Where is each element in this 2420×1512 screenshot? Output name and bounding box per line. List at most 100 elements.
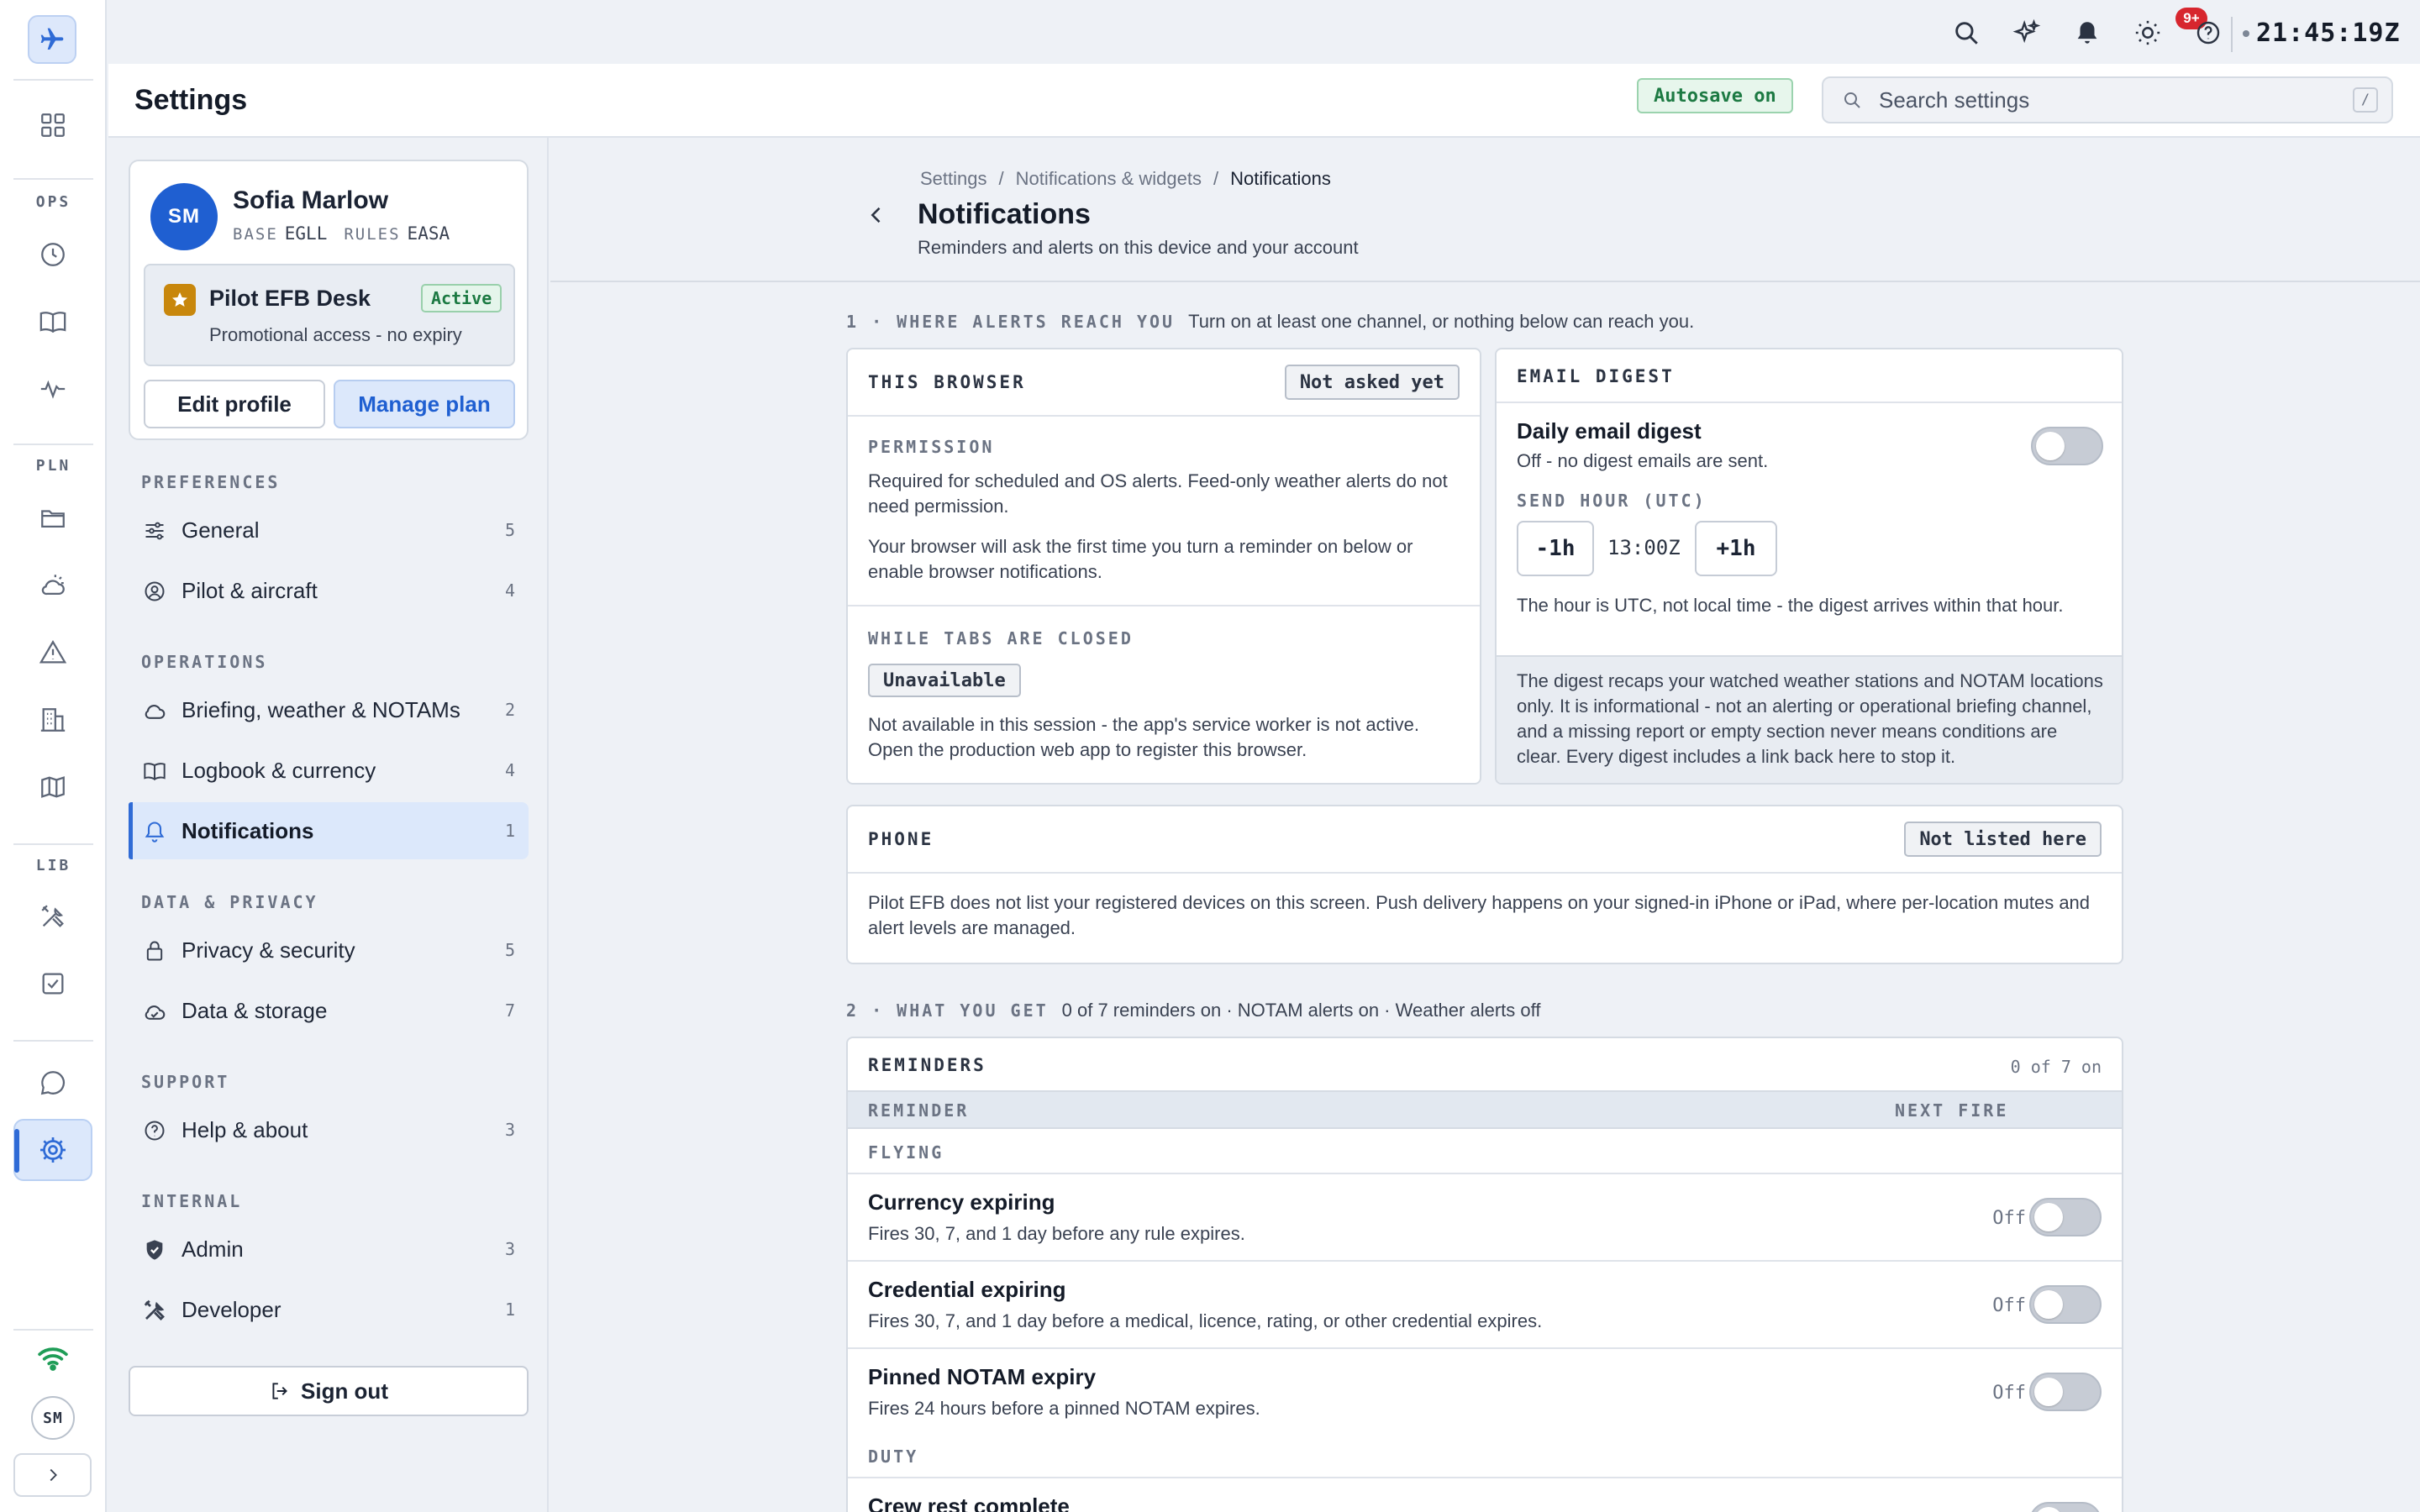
reminder-toggle-currency[interactable] xyxy=(2029,1198,2102,1236)
card-title: REMINDERS xyxy=(868,1055,986,1075)
hour-minus-button[interactable]: -1h xyxy=(1517,521,1594,576)
sidebar-item-count: 5 xyxy=(504,520,515,540)
sidebar-item-general[interactable]: General 5 xyxy=(129,501,529,559)
assistant-button[interactable] xyxy=(2009,15,2044,50)
profile-name: Sofia Marlow xyxy=(233,186,389,214)
sidebar-item-label: Admin xyxy=(182,1236,244,1262)
section-subtitle: Reminders and alerts on this device and … xyxy=(918,237,1359,258)
browser-status-badge: Not asked yet xyxy=(1284,365,1460,400)
reminder-desc: Fires 24 hours before a pinned NOTAM exp… xyxy=(868,1398,1260,1419)
section-desc: Turn on at least one channel, or nothing… xyxy=(1188,311,1695,332)
digest-toggle[interactable] xyxy=(2031,427,2103,465)
send-hour-label: SEND HOUR (UTC) xyxy=(1517,491,1707,511)
shield-icon xyxy=(142,1237,167,1263)
sidebar-item-count: 2 xyxy=(504,700,515,720)
search-icon xyxy=(1844,92,1860,108)
search-button[interactable] xyxy=(1949,15,1984,50)
sidebar-item-developer[interactable]: Developer 1 xyxy=(129,1281,529,1338)
sidebar-item-notifications[interactable]: Notifications 1 xyxy=(129,802,529,859)
rail-airports[interactable] xyxy=(27,694,79,746)
sidebar-item-data-storage[interactable]: Data & storage 7 xyxy=(129,982,529,1039)
reminder-toggle-notam[interactable] xyxy=(2029,1373,2102,1411)
group-preferences: PREFERENCES xyxy=(141,472,281,492)
sidebar-item-pilot-aircraft[interactable]: Pilot & aircraft 4 xyxy=(129,562,529,619)
sidebar-item-logbook[interactable]: Logbook & currency 4 xyxy=(129,742,529,799)
digest-info-text: The digest recaps your watched weather s… xyxy=(1517,670,2103,767)
top-bar: 9+ 21:45:19Z xyxy=(108,0,2420,64)
rail-weather[interactable] xyxy=(27,559,79,612)
rail-map[interactable] xyxy=(27,761,79,813)
breadcrumb-settings[interactable]: Settings xyxy=(920,168,987,190)
chat-icon xyxy=(40,1071,66,1095)
sidebar-item-label: Logbook & currency xyxy=(182,757,376,783)
checkbox-icon xyxy=(42,973,64,995)
reminder-desc: Fires 30, 7, and 1 day before a medical,… xyxy=(868,1310,1543,1331)
rail-tools[interactable] xyxy=(27,890,79,942)
chevron-left-icon xyxy=(871,207,881,223)
chevron-right-icon xyxy=(50,1468,57,1482)
sidebar-item-briefing[interactable]: Briefing, weather & NOTAMs 2 xyxy=(129,681,529,738)
tools-icon xyxy=(142,1298,167,1323)
rail-avatar[interactable]: SM xyxy=(31,1396,75,1440)
permission-label: PERMISSION xyxy=(868,437,995,457)
clock-icon xyxy=(41,243,65,266)
manage-plan-button[interactable]: Manage plan xyxy=(334,380,515,428)
sparkles-icon xyxy=(2012,18,2041,44)
rail-folder[interactable] xyxy=(27,492,79,544)
settings-search-input[interactable]: Search settings / xyxy=(1822,76,2393,123)
theme-button[interactable] xyxy=(2130,15,2165,50)
rail-settings[interactable] xyxy=(13,1119,92,1181)
rules-value: EASA xyxy=(407,223,450,244)
sidebar-item-admin[interactable]: Admin 3 xyxy=(129,1221,529,1278)
tabs-closed-status: Unavailable xyxy=(868,664,1021,697)
expand-rail-button[interactable] xyxy=(13,1453,92,1497)
sidebar-item-privacy[interactable]: Privacy & security 5 xyxy=(129,921,529,979)
rail-dashboard[interactable] xyxy=(27,99,79,151)
sign-out-icon xyxy=(272,1383,287,1399)
sidebar-item-label: General xyxy=(182,517,260,543)
map-icon xyxy=(41,776,65,798)
rail-checklist[interactable] xyxy=(27,958,79,1010)
notifications-button[interactable] xyxy=(2070,15,2105,50)
app-logo[interactable] xyxy=(28,15,76,64)
rail-logbook[interactable] xyxy=(27,296,79,348)
back-button[interactable] xyxy=(858,197,895,234)
sun-icon xyxy=(2135,20,2160,45)
main-content: Settings / Notifications & widgets / Not… xyxy=(550,138,2420,1512)
section-desc: 0 of 7 reminders on · NOTAM alerts on · … xyxy=(1061,1000,1541,1021)
phone-card: PHONE Not listed here Pilot EFB does not… xyxy=(846,805,2123,964)
rail-group-lib: LIB xyxy=(35,857,71,874)
search-placeholder: Search settings xyxy=(1879,87,2030,113)
section-title: Notifications xyxy=(918,198,1091,230)
avatar: SM xyxy=(150,183,218,250)
col-next-fire: NEXT FIRE xyxy=(1895,1100,2009,1121)
group-operations: OPERATIONS xyxy=(141,652,268,672)
rail-notams[interactable] xyxy=(27,627,79,679)
autosave-badge: Autosave on xyxy=(1637,78,1793,113)
hour-plus-button[interactable]: +1h xyxy=(1695,521,1777,576)
help-button[interactable] xyxy=(2191,15,2226,50)
section-what-you-get: 2 · WHAT YOU GET 0 of 7 reminders on · N… xyxy=(846,1000,1540,1021)
reminder-toggle-credential[interactable] xyxy=(2029,1285,2102,1324)
reminders-card: REMINDERS 0 of 7 on REMINDER NEXT FIRE F… xyxy=(846,1037,2123,1512)
rail-clock[interactable] xyxy=(27,228,79,281)
reminder-toggle-crew-rest[interactable] xyxy=(2029,1502,2102,1512)
rail-activity[interactable] xyxy=(27,363,79,415)
rail-chat[interactable] xyxy=(27,1057,79,1109)
group-internal: INTERNAL xyxy=(141,1191,243,1211)
edit-profile-button[interactable]: Edit profile xyxy=(144,380,325,428)
permission-note: Your browser will ask the first time you… xyxy=(868,536,1413,582)
sidebar-item-help[interactable]: Help & about 3 xyxy=(129,1101,529,1158)
help-circle-icon xyxy=(142,1118,167,1143)
bell-icon xyxy=(2077,22,2097,44)
reminders-table-header: REMINDER NEXT FIRE xyxy=(848,1090,2122,1129)
reminder-title: Pinned NOTAM expiry xyxy=(868,1364,1097,1389)
wifi-icon xyxy=(37,1346,69,1371)
user-circle-icon xyxy=(142,579,167,604)
sign-out-button[interactable]: Sign out xyxy=(129,1366,529,1416)
sliders-icon xyxy=(142,518,167,543)
cloud-sun-icon xyxy=(41,575,65,596)
hour-note: The hour is UTC, not local time - the di… xyxy=(1517,595,2064,616)
rail-group-ops: OPS xyxy=(35,193,71,211)
breadcrumb-notifications-widgets[interactable]: Notifications & widgets xyxy=(1016,168,1202,190)
